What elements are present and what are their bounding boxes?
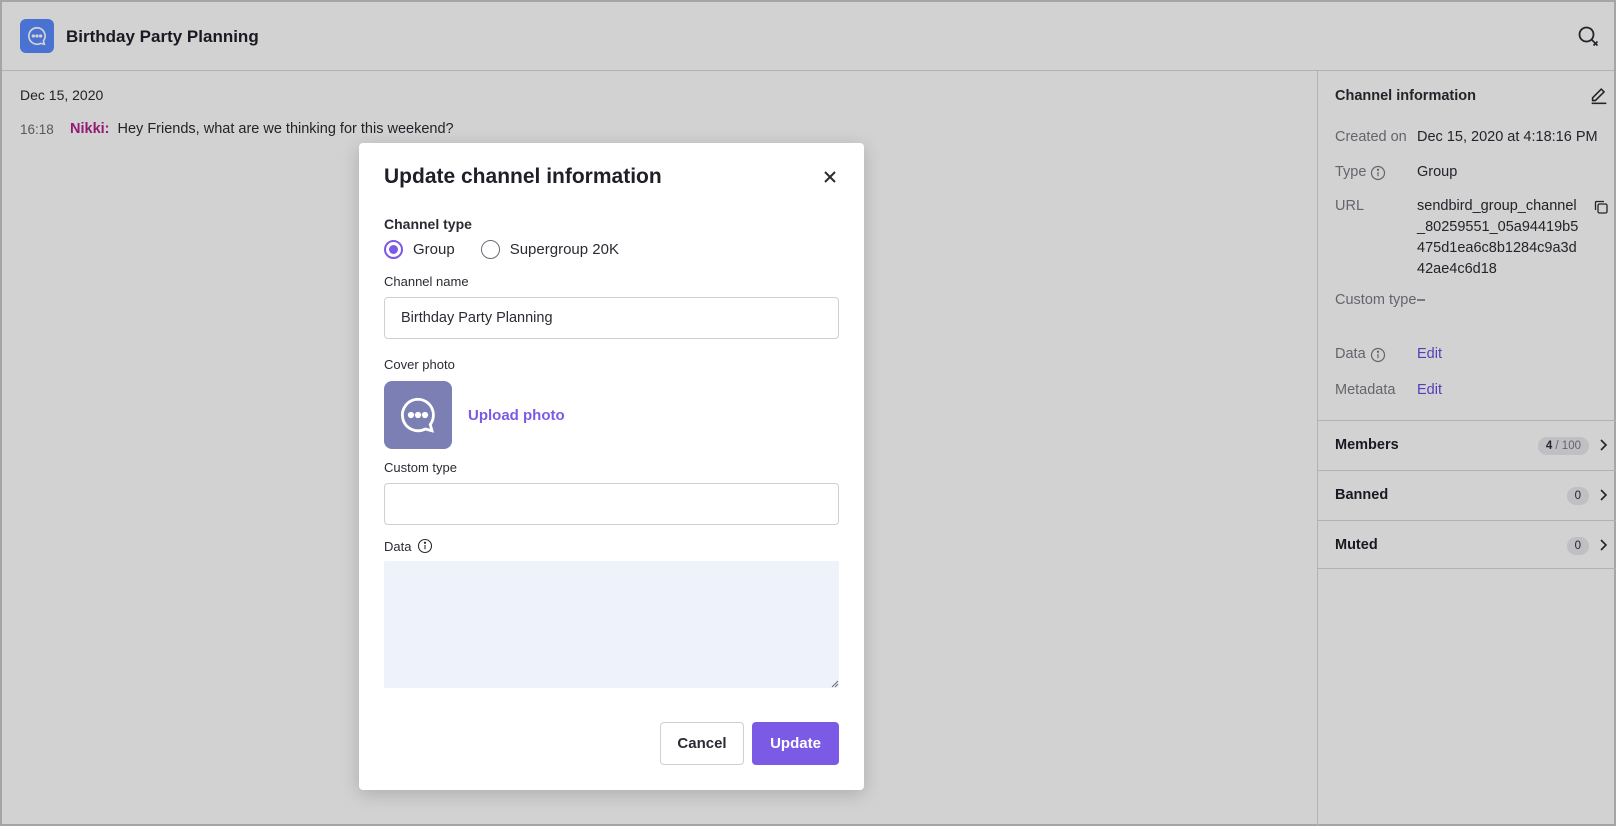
radio-button-checked[interactable] <box>384 240 403 259</box>
data-label-text: Data <box>384 538 412 554</box>
radio-dot <box>389 245 398 254</box>
channel-type-radio-group: Group Supergroup 20K <box>384 240 619 259</box>
radio-group[interactable]: Group <box>384 240 455 259</box>
chat-bubble-icon <box>401 397 435 433</box>
dialog-title: Update channel information <box>384 165 662 188</box>
cover-photo-label: Cover photo <box>384 357 455 372</box>
data-label: Data <box>384 538 433 554</box>
info-icon[interactable] <box>417 538 433 554</box>
channel-name-label: Channel name <box>384 274 469 289</box>
radio-supergroup[interactable]: Supergroup 20K <box>480 240 619 259</box>
data-textarea[interactable] <box>384 561 839 688</box>
upload-photo-link[interactable]: Upload photo <box>468 407 565 424</box>
cover-photo-thumbnail <box>384 381 452 449</box>
close-icon[interactable] <box>820 167 840 187</box>
channel-type-label: Channel type <box>384 216 472 232</box>
update-channel-dialog: Update channel information Channel type … <box>359 143 864 790</box>
custom-type-input[interactable] <box>384 483 839 525</box>
custom-type-label: Custom type <box>384 460 457 475</box>
radio-label: Supergroup 20K <box>509 241 619 258</box>
radio-label: Group <box>413 241 455 258</box>
update-button[interactable]: Update <box>752 722 839 765</box>
cancel-button[interactable]: Cancel <box>660 722 744 765</box>
channel-name-input[interactable] <box>384 297 839 339</box>
radio-button[interactable] <box>480 240 500 259</box>
resize-handle-icon[interactable] <box>829 678 839 688</box>
